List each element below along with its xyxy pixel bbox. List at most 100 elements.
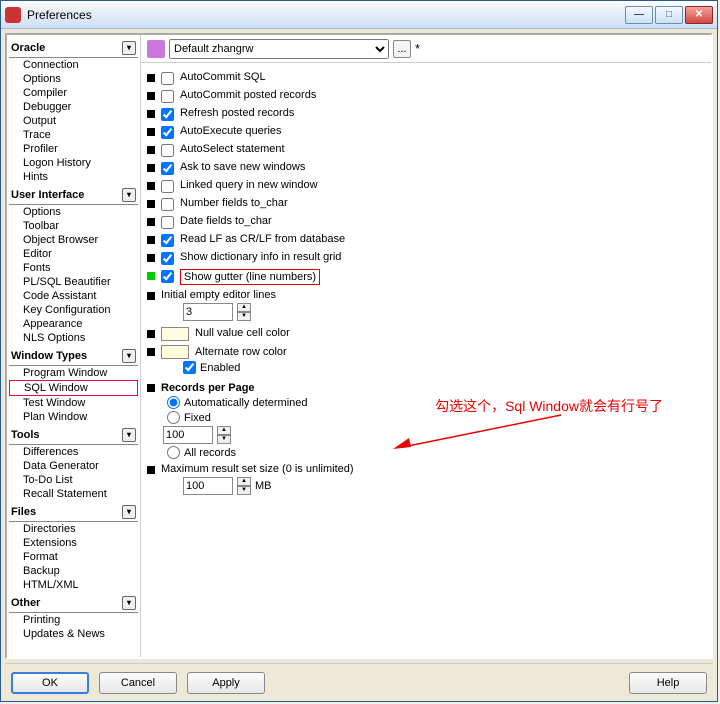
sidebar-item[interactable]: Debugger [9, 100, 138, 114]
sidebar-item[interactable]: Program Window [9, 366, 138, 380]
setting-row: AutoExecute queries [145, 125, 705, 139]
sidebar-item[interactable]: Options [9, 72, 138, 86]
minimize-button[interactable]: — [625, 6, 653, 24]
preset-toolbar: Default zhangrw ... * [141, 35, 711, 63]
sidebar-item[interactable]: Key Configuration [9, 303, 138, 317]
sidebar-item[interactable]: Code Assistant [9, 289, 138, 303]
help-button[interactable]: Help [629, 672, 707, 694]
sidebar-item[interactable]: Test Window [9, 396, 138, 410]
setting-label: Maximum result set size (0 is unlimited) [161, 463, 354, 475]
sidebar-item[interactable]: PL/SQL Beautifier [9, 275, 138, 289]
dialog-buttons: OK Cancel Apply Help [5, 663, 713, 701]
unit-label: MB [255, 480, 272, 492]
sidebar-item[interactable]: Plan Window [9, 410, 138, 424]
category-header[interactable]: Window Types▾ [9, 347, 138, 366]
preset-select[interactable]: Default zhangrw [169, 39, 389, 59]
sidebar-item[interactable]: Logon History [9, 156, 138, 170]
preferences-window: Preferences — □ ✕ Oracle▾ConnectionOptio… [0, 0, 718, 702]
sidebar-item[interactable]: Options [9, 205, 138, 219]
sidebar-item[interactable]: Profiler [9, 142, 138, 156]
bullet-icon [147, 200, 155, 208]
category-header[interactable]: Files▾ [9, 503, 138, 522]
setting-label: AutoSelect statement [180, 143, 285, 155]
sidebar-item[interactable]: Updates & News [9, 627, 138, 641]
maxresult-input[interactable] [183, 477, 233, 495]
sidebar-item[interactable]: Output [9, 114, 138, 128]
category-header[interactable]: Oracle▾ [9, 39, 138, 58]
collapse-icon[interactable]: ▾ [122, 505, 136, 519]
sidebar-item[interactable]: Appearance [9, 317, 138, 331]
checkbox[interactable] [161, 180, 174, 193]
checkbox[interactable] [161, 144, 174, 157]
stepper[interactable]: ▲▼ [217, 426, 231, 444]
cancel-button[interactable]: Cancel [99, 672, 177, 694]
sidebar-item[interactable]: To-Do List [9, 473, 138, 487]
sidebar-item[interactable]: Trace [9, 128, 138, 142]
setting-row: Refresh posted records [145, 107, 705, 121]
initial-lines-input[interactable] [183, 303, 233, 321]
close-button[interactable]: ✕ [685, 6, 713, 24]
category-header[interactable]: Tools▾ [9, 426, 138, 445]
radio-label: Automatically determined [184, 397, 308, 409]
radio-row: All records [167, 446, 705, 459]
fixed-value-input[interactable] [163, 426, 213, 444]
checkbox[interactable] [161, 198, 174, 211]
collapse-icon[interactable]: ▾ [122, 349, 136, 363]
sidebar-item[interactable]: Recall Statement [9, 487, 138, 501]
preset-icon [147, 40, 165, 58]
radio-label: All records [184, 447, 236, 459]
sidebar-item[interactable]: Compiler [9, 86, 138, 100]
sidebar-item[interactable]: Hints [9, 170, 138, 184]
sidebar-item[interactable]: Backup [9, 564, 138, 578]
null-color-swatch[interactable] [161, 327, 189, 341]
stepper[interactable]: ▲▼ [237, 303, 251, 321]
setting-label: AutoCommit posted records [180, 89, 316, 101]
checkbox[interactable] [161, 72, 174, 85]
checkbox[interactable] [161, 126, 174, 139]
enabled-checkbox[interactable] [183, 361, 196, 374]
sidebar-item[interactable]: Connection [9, 58, 138, 72]
altrow-color-swatch[interactable] [161, 345, 189, 359]
checkbox[interactable] [161, 216, 174, 229]
sidebar-item[interactable]: Printing [9, 613, 138, 627]
collapse-icon[interactable]: ▾ [122, 428, 136, 442]
sidebar-item[interactable]: Object Browser [9, 233, 138, 247]
radio[interactable] [167, 411, 180, 424]
titlebar: Preferences — □ ✕ [1, 1, 717, 29]
stepper[interactable]: ▲▼ [237, 477, 251, 495]
category-sidebar[interactable]: Oracle▾ConnectionOptionsCompilerDebugger… [7, 35, 141, 657]
collapse-icon[interactable]: ▾ [122, 188, 136, 202]
radio[interactable] [167, 396, 180, 409]
sidebar-item[interactable]: Data Generator [9, 459, 138, 473]
sidebar-item[interactable]: Toolbar [9, 219, 138, 233]
sidebar-item[interactable]: Extensions [9, 536, 138, 550]
sidebar-item[interactable]: Directories [9, 522, 138, 536]
sidebar-item[interactable]: NLS Options [9, 331, 138, 345]
apply-button[interactable]: Apply [187, 672, 265, 694]
setting-label: Number fields to_char [180, 197, 288, 209]
app-icon [5, 7, 21, 23]
checkbox[interactable] [161, 90, 174, 103]
radio[interactable] [167, 446, 180, 459]
sidebar-item[interactable]: HTML/XML [9, 578, 138, 592]
ok-button[interactable]: OK [11, 672, 89, 694]
category-header[interactable]: Other▾ [9, 594, 138, 613]
bullet-icon [147, 146, 155, 154]
collapse-icon[interactable]: ▾ [122, 41, 136, 55]
collapse-icon[interactable]: ▾ [122, 596, 136, 610]
sidebar-item[interactable]: Editor [9, 247, 138, 261]
sidebar-item[interactable]: Format [9, 550, 138, 564]
setting-row: Alternate row color Enabled [145, 345, 705, 376]
sidebar-item[interactable]: Differences [9, 445, 138, 459]
checkbox[interactable] [161, 108, 174, 121]
category-header[interactable]: User Interface▾ [9, 186, 138, 205]
checkbox[interactable] [161, 162, 174, 175]
sidebar-item[interactable]: SQL Window [9, 380, 138, 396]
checkbox[interactable] [161, 252, 174, 265]
preset-browse-button[interactable]: ... [393, 40, 411, 58]
checkbox[interactable] [161, 270, 174, 283]
bullet-icon [147, 292, 155, 300]
checkbox[interactable] [161, 234, 174, 247]
sidebar-item[interactable]: Fonts [9, 261, 138, 275]
maximize-button[interactable]: □ [655, 6, 683, 24]
